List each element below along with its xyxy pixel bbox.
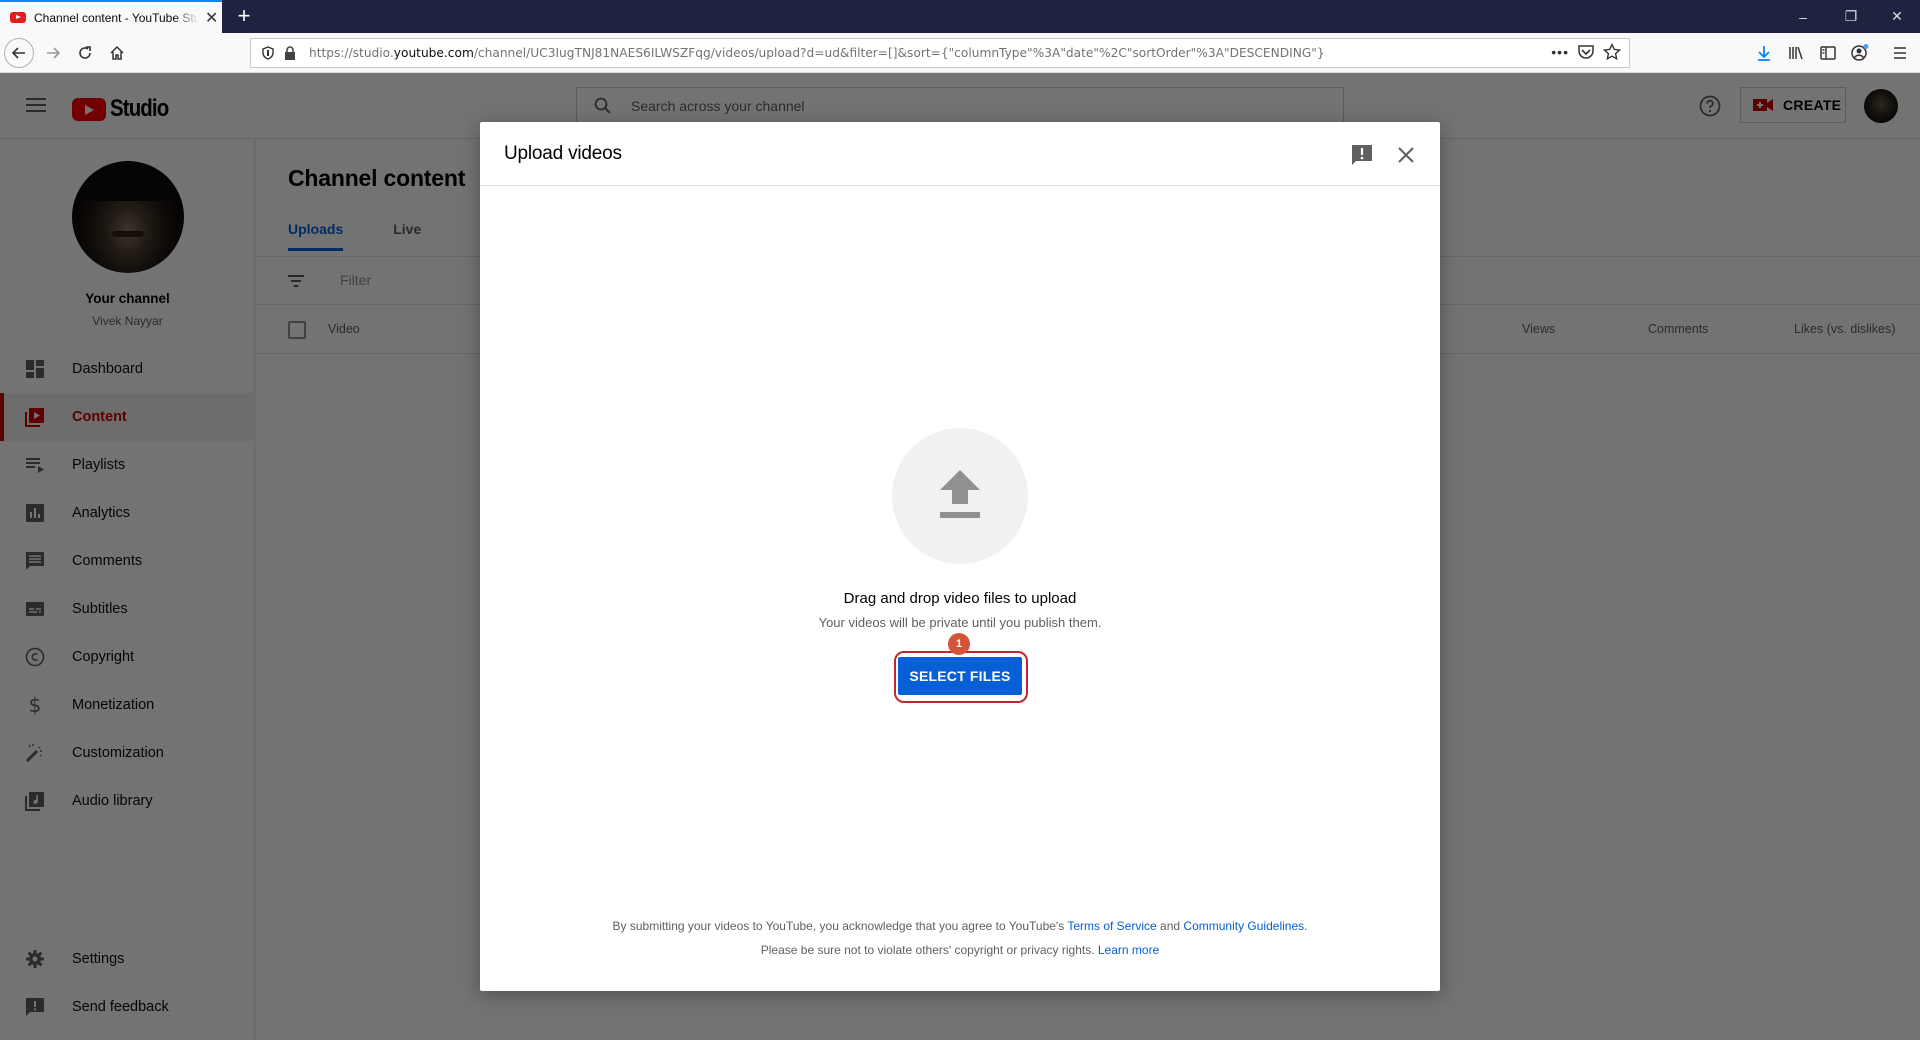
address-bar[interactable]: https://studio.youtube.com/channel/UC3Iu… [250,38,1630,68]
url-prefix: https://studio. [309,46,394,60]
step-badge: 1 [948,633,970,655]
youtube-favicon-icon [10,12,26,23]
pocket-icon[interactable] [1577,43,1595,66]
dialog-header: Upload videos [480,122,1440,186]
forward-icon [47,47,61,59]
sidebar-icon[interactable] [1816,41,1840,65]
upload-arrow-icon [940,470,980,518]
copyright-notice-text: Please be sure not to violate others' co… [760,943,1098,957]
tab-close-icon[interactable]: ✕ [205,8,218,28]
terms-notice-text: By submitting your videos to YouTube, yo… [612,919,1068,933]
terms-of-service-link[interactable]: Terms of Service [1067,919,1156,933]
download-icon[interactable] [1752,41,1776,65]
lock-icon[interactable] [279,42,301,64]
browser-menu-icon[interactable] [1888,41,1912,65]
home-button[interactable] [102,38,132,68]
restore-button[interactable]: ❐ [1828,0,1874,33]
select-files-button[interactable]: SELECT FILES [898,657,1022,695]
terms-notice: By submitting your videos to YouTube, yo… [480,919,1440,933]
reload-icon [79,46,91,59]
dialog-title: Upload videos [504,143,622,164]
browser-tab[interactable]: Channel content - YouTube Studio ✕ [0,0,222,33]
privacy-note: Your videos will be private until you pu… [818,615,1102,630]
terms-notice-period: . [1304,919,1308,933]
tab-title: Channel content - YouTube Studio [34,10,199,25]
community-guidelines-link[interactable]: Community Guidelines [1183,919,1304,933]
browser-tab-strip: Channel content - YouTube Studio ✕ + – ❐… [0,0,1920,33]
library-icon[interactable] [1784,41,1808,65]
reload-button[interactable] [70,38,100,68]
url-domain: youtube.com [393,46,474,60]
copyright-notice: Please be sure not to violate others' co… [480,943,1440,957]
new-tab-button[interactable]: + [232,4,256,28]
minimize-button[interactable]: – [1780,0,1826,33]
drag-drop-text: Drag and drop video files to upload [843,590,1077,607]
account-icon[interactable] [1848,41,1872,65]
back-button[interactable] [4,38,34,68]
home-icon [110,45,124,60]
browser-toolbar: https://studio.youtube.com/channel/UC3Iu… [0,33,1920,73]
forward-button[interactable] [38,38,68,68]
report-feedback-icon[interactable] [1350,143,1374,167]
url-path: /channel/UC3IugTNJ81NAES6ILWSZFqg/videos… [473,46,1325,60]
url-text: https://studio.youtube.com/channel/UC3Iu… [309,46,1325,60]
bookmark-star-icon[interactable] [1602,42,1622,66]
close-icon[interactable] [1394,143,1418,167]
page-actions-button[interactable]: ••• [1551,44,1569,60]
terms-notice-and: and [1156,919,1184,933]
learn-more-link[interactable]: Learn more [1098,943,1159,957]
window-close-button[interactable]: ✕ [1874,0,1920,33]
upload-drop-zone[interactable] [892,428,1028,564]
shield-icon[interactable] [257,42,279,64]
upload-dialog: Upload videos Drag and drop video files … [480,122,1440,991]
back-icon [11,47,25,59]
